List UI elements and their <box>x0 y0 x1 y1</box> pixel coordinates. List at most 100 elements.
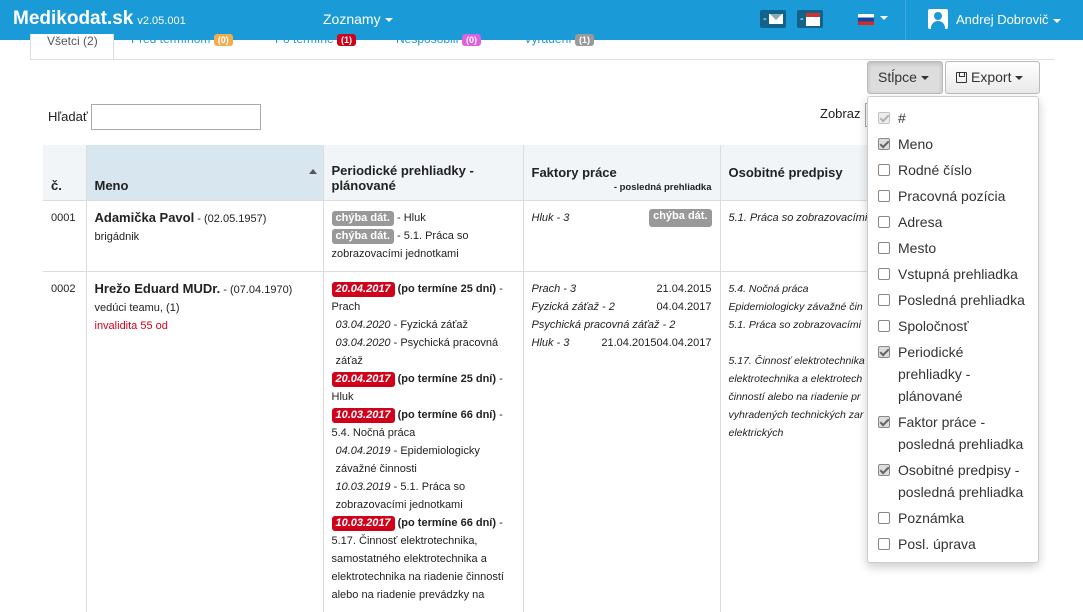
tab-label: Všetci <box>47 34 80 48</box>
lists-menu-label: Zoznamy <box>323 11 381 27</box>
missing-data-badge: chýba dát. <box>331 228 394 244</box>
overdue-text: (po termíne 25 dní) <box>397 372 497 385</box>
column-option-label: Rodné číslo <box>898 162 972 178</box>
export-button[interactable]: Export <box>945 61 1040 94</box>
row-name-cell: Hrežo Eduard MUDr. - (07.04.1970) vedúci… <box>85 270 323 612</box>
employees-table: č. Meno Periodické prehliadky - plánovan… <box>43 145 963 612</box>
user-menu[interactable]: Andrej Dobrovič <box>956 12 1061 27</box>
column-option-factors[interactable]: Faktor práce - posledná prehliadka <box>868 409 1038 457</box>
column-option-label: Posledná prehliadka <box>898 292 1025 308</box>
checkbox-icon[interactable] <box>878 112 890 124</box>
col-header-periodic[interactable]: Periodické prehliadky - plánované <box>322 145 523 200</box>
language-flag-icon[interactable] <box>858 14 874 25</box>
checkbox-icon[interactable] <box>878 512 890 524</box>
col-header-factors-label: Faktory práce <box>531 164 617 180</box>
tab-before-deadline[interactable]: Pred termínom (0) <box>131 32 233 46</box>
column-option-periodic[interactable]: Periodické prehliadky - plánované <box>868 339 1038 409</box>
tab-excluded[interactable]: Vyradení (1) <box>524 32 594 46</box>
tab-label: Pred termínom <box>131 32 211 46</box>
checkbox-icon[interactable] <box>878 416 890 428</box>
birth-date: (07.04.1970) <box>229 283 293 296</box>
column-option-label: # <box>898 110 906 126</box>
column-option-address[interactable]: Adresa <box>868 209 1038 235</box>
columns-button-label: Stĺpce <box>878 69 917 85</box>
column-option-label: Periodické prehliadky - plánované <box>898 344 971 404</box>
messages-button[interactable]: - <box>760 10 786 28</box>
column-option-name[interactable]: Meno <box>868 131 1038 157</box>
brand-name: Medikodat.sk <box>13 8 134 29</box>
user-name: Andrej Dobrovič <box>956 12 1049 27</box>
save-icon <box>956 72 967 83</box>
lists-menu[interactable]: Zoznamy <box>323 11 393 27</box>
user-avatar-icon[interactable] <box>928 9 948 29</box>
employee-name[interactable]: Hrežo Eduard MUDr. <box>95 281 221 296</box>
col-header-factors[interactable]: Faktory práce - posledná prehliadka <box>522 145 720 200</box>
checkbox-icon[interactable] <box>878 242 890 254</box>
tab-badge: (1) <box>337 34 357 46</box>
column-option-company[interactable]: Spoločnosť <box>868 313 1038 339</box>
col-header-name-label: Meno <box>94 177 129 193</box>
col-header-factors-sub: - posledná prehliadka <box>613 181 712 193</box>
factor-name: Prach - 3 <box>531 282 577 295</box>
chevron-down-icon <box>1015 76 1024 81</box>
tab-label: Vyradení <box>524 32 572 46</box>
checkbox-icon[interactable] <box>878 320 890 332</box>
column-option-note[interactable]: Poznámka <box>868 505 1038 531</box>
search-input[interactable] <box>91 104 261 130</box>
tab-after-deadline[interactable]: Po termíne (1) <box>275 32 357 46</box>
tab-count: (2) <box>83 34 98 48</box>
exam-date: 10.03.2019 <box>335 480 391 493</box>
table-row[interactable]: 0002 Hrežo Eduard MUDr. - (07.04.1970) v… <box>43 270 963 612</box>
column-option-entry-exam[interactable]: Vstupná prehliadka <box>868 261 1038 287</box>
nav-divider <box>905 0 906 40</box>
checkbox-icon[interactable] <box>878 190 890 202</box>
exam-date: 03.04.2020 <box>335 318 391 331</box>
messages-prefix: - <box>763 13 767 25</box>
column-option-special[interactable]: Osobitné predpisy - posledná prehliadka <box>868 457 1038 505</box>
column-option-label: Vstupná prehliadka <box>898 266 1018 282</box>
birth-date: (02.05.1957) <box>204 212 267 225</box>
checkbox-icon[interactable] <box>878 538 890 550</box>
export-button-label: Export <box>971 69 1012 85</box>
overdue-date-badge: 20.04.2017 <box>331 371 395 387</box>
checkbox-icon[interactable] <box>878 164 890 176</box>
column-option-last-edit[interactable]: Posl. úprava <box>868 531 1038 557</box>
chevron-down-icon <box>920 76 929 81</box>
column-option-num[interactable]: # <box>868 105 1038 131</box>
checkbox-icon[interactable] <box>878 138 890 150</box>
column-option-last-exam[interactable]: Posledná prehliadka <box>868 287 1038 313</box>
column-option-birth-number[interactable]: Rodné číslo <box>868 157 1038 183</box>
search-label: Hľadať <box>48 109 88 124</box>
calendar-icon <box>805 12 820 26</box>
missing-data-badge: chýba dát. <box>649 208 712 227</box>
factor-date: 21.04.2015 <box>656 282 712 295</box>
column-option-label: Posl. úprava <box>898 536 976 552</box>
col-header-name[interactable]: Meno <box>85 145 323 200</box>
column-option-city[interactable]: Mesto <box>868 235 1038 261</box>
brand-logo[interactable]: Medikodat.sk v2.05.001 <box>13 8 186 30</box>
checkbox-icon[interactable] <box>878 346 890 358</box>
job-role: brigádnik <box>94 230 140 243</box>
employee-name[interactable]: Adamička Pavol <box>95 210 195 225</box>
column-option-label: Faktor práce - posledná prehliadka <box>898 414 1024 452</box>
tab-badge: (0) <box>213 34 233 46</box>
column-option-label: Spoločnosť <box>898 318 969 334</box>
checkbox-icon[interactable] <box>878 464 890 476</box>
checkbox-icon[interactable] <box>878 294 890 306</box>
checkbox-icon[interactable] <box>878 216 890 228</box>
columns-button[interactable]: Stĺpce <box>867 61 943 94</box>
calendar-button[interactable]: - <box>797 10 823 28</box>
row-periodic-cell: chýba dát. - Hluk chýba dát. - 5.1. Prác… <box>322 199 523 271</box>
factor-date: 21.04.201504.04.2017 <box>601 336 712 349</box>
col-header-num[interactable]: č. <box>43 145 86 200</box>
exam-date: 03.04.2020 <box>335 336 391 349</box>
checkbox-icon[interactable] <box>878 268 890 280</box>
tab-all[interactable]: Všetci (2) <box>30 34 114 60</box>
chevron-down-icon <box>880 16 888 20</box>
exam-date: 04.04.2019 <box>335 444 391 457</box>
tab-unfit[interactable]: Nespôsobilí (0) <box>396 32 482 46</box>
factor-name: Fyzická záťaž - 2 <box>531 300 615 313</box>
overdue-date-badge: 10.03.2017 <box>331 515 395 531</box>
table-row[interactable]: 0001 Adamička Pavol - (02.05.1957) brigá… <box>43 199 963 271</box>
column-option-position[interactable]: Pracovná pozícia <box>868 183 1038 209</box>
